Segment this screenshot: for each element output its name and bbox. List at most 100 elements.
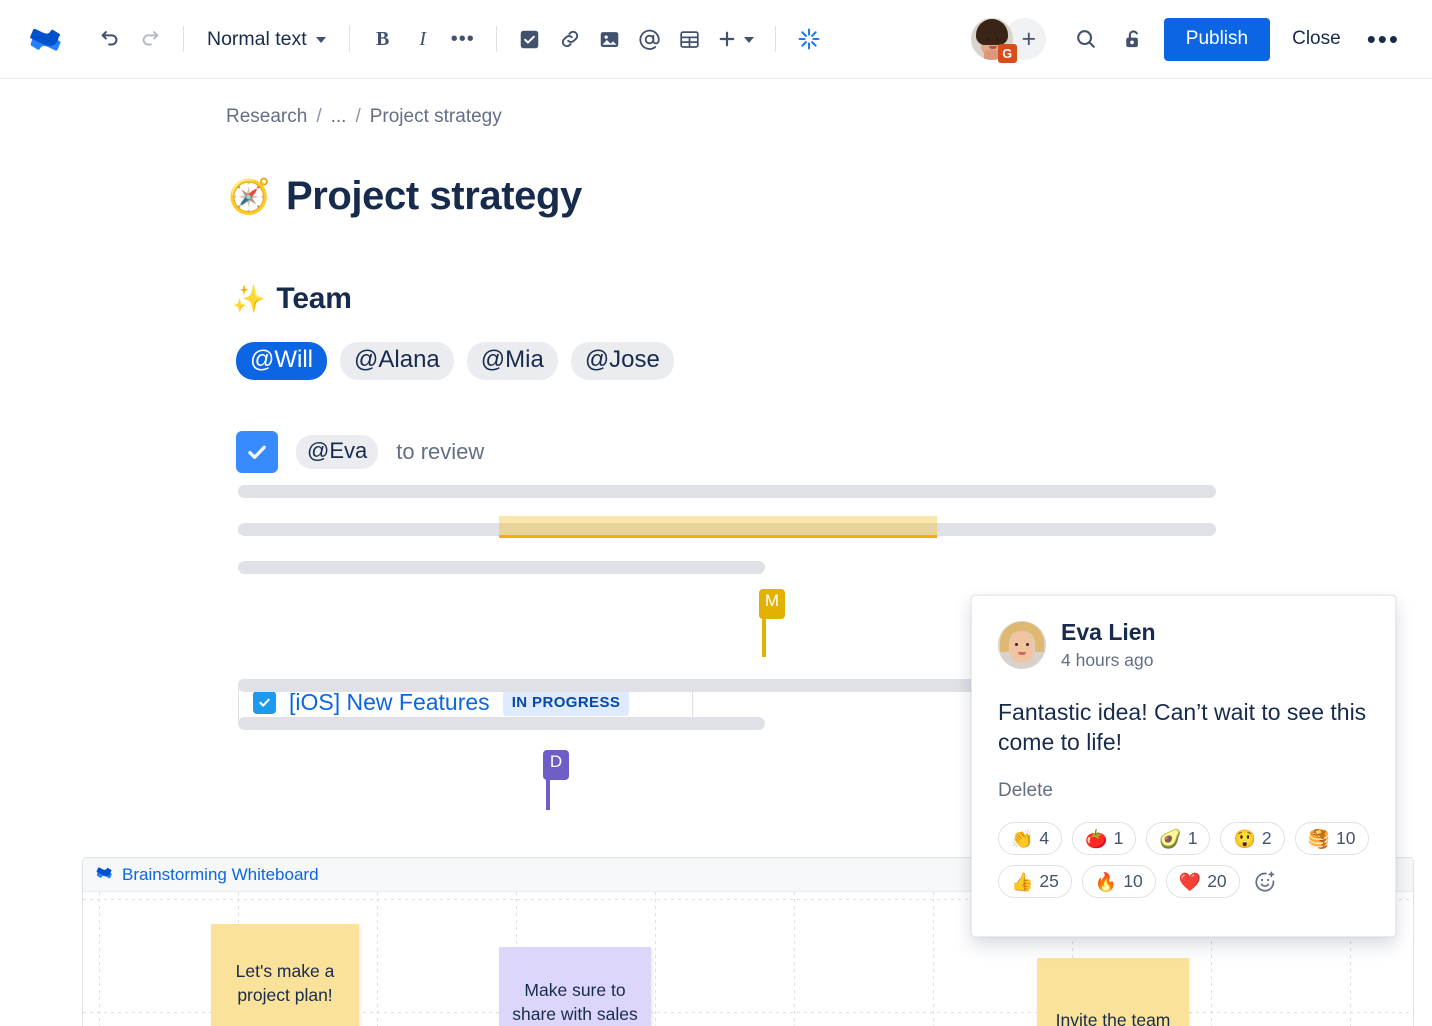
comment-body: Fantastic idea! Can’t wait to see this c… [998, 698, 1367, 755]
toolbar-divider [495, 26, 497, 52]
mention-pill-will[interactable]: @Will [236, 342, 328, 381]
comment-author-name: Eva Lien [1061, 619, 1156, 645]
reaction-chip-avocado[interactable]: 🥑 1 [1146, 822, 1211, 856]
reaction-count: 25 [1039, 871, 1059, 892]
image-icon[interactable] [590, 19, 630, 59]
comment-header: Eva Lien 4 hours ago [998, 619, 1369, 671]
publish-button[interactable]: Publish [1163, 17, 1271, 61]
undo-icon[interactable] [90, 19, 130, 59]
bold-button[interactable]: B [363, 19, 403, 59]
fire-icon: 🔥 [1094, 871, 1118, 892]
comment-popover: Eva Lien 4 hours ago Fantastic idea! Can… [971, 595, 1396, 937]
jira-checkbox[interactable] [253, 691, 276, 714]
text-style-dropdown[interactable]: Normal text [197, 19, 336, 59]
reaction-count: 2 [1261, 828, 1272, 849]
reaction-chip-pancakes[interactable]: 🥞 10 [1294, 822, 1369, 856]
task-checkbox-icon[interactable] [510, 19, 550, 59]
unlocked-padlock-icon[interactable] [1114, 19, 1154, 59]
toolbar-divider [348, 26, 350, 52]
sticky-note[interactable]: Make sure to share with sales before the… [499, 947, 651, 1026]
section-heading: ✨ Team [232, 282, 352, 316]
reaction-count: 10 [1123, 871, 1143, 892]
jira-issue-link[interactable]: [iOS] New Features [289, 689, 490, 716]
reaction-chip-fire[interactable]: 🔥 10 [1081, 865, 1156, 899]
thumbs-up-icon: 👍 [1011, 871, 1034, 892]
breadcrumb-current[interactable]: Project strategy [370, 106, 502, 128]
mention-pill-jose[interactable]: @Jose [570, 342, 674, 381]
comment-timestamp: 4 hours ago [1061, 649, 1154, 670]
whiteboard-icon [96, 864, 113, 886]
breadcrumb-root[interactable]: Research [226, 106, 307, 128]
link-icon[interactable] [550, 19, 590, 59]
reaction-chip-astonished[interactable]: 😲 2 [1220, 822, 1285, 856]
comment-author-avatar [998, 620, 1046, 669]
reaction-chip-clap[interactable]: 👏 4 [998, 822, 1063, 856]
clap-icon: 👏 [1011, 828, 1034, 849]
avatar-app-badge: G [997, 44, 1017, 63]
reaction-chip-heart[interactable]: ❤️ 20 [1165, 865, 1240, 899]
search-icon[interactable] [1066, 19, 1106, 59]
breadcrumb-separator: / [316, 106, 322, 127]
text-placeholder-bar [238, 485, 1216, 498]
text-style-label: Normal text [207, 27, 307, 50]
italic-button[interactable]: I [403, 19, 443, 59]
avatar[interactable]: G [970, 18, 1017, 63]
table-icon[interactable] [670, 19, 710, 59]
text-placeholder-bar [238, 561, 765, 574]
task-text: to review [396, 439, 485, 464]
text-placeholder-bar [238, 717, 765, 730]
text-selection-highlight [499, 516, 937, 538]
breadcrumb-ellipsis[interactable]: ... [331, 106, 347, 128]
status-badge: IN PROGRESS [502, 689, 630, 716]
more-formatting-label: ••• [450, 28, 475, 50]
breadcrumb-separator: / [355, 106, 361, 127]
page-title-text[interactable]: Project strategy [286, 174, 582, 219]
grid-line [99, 892, 100, 1026]
comment-author-meta: Eva Lien 4 hours ago [1061, 619, 1156, 671]
whiteboard-title[interactable]: Brainstorming Whiteboard [122, 865, 319, 885]
mention-pill-alana[interactable]: @Alana [340, 342, 454, 381]
section-heading-text: Team [276, 282, 352, 315]
mention-pill-mia[interactable]: @Mia [466, 342, 558, 381]
toolbar-left-group: Normal text B I ••• [24, 17, 829, 61]
insert-element-button[interactable] [710, 19, 762, 59]
sticky-note[interactable]: Invite the team to a group call [1037, 958, 1189, 1026]
mention-pill-list: @Will @Alana @Mia @Jose [236, 342, 674, 381]
chevron-down-icon [744, 37, 755, 43]
sparkles-icon: ✨ [232, 283, 266, 314]
toolbar-right-group: G + Publish Close ••• [970, 17, 1410, 63]
reaction-chip-tomato[interactable]: 🍅 1 [1072, 822, 1137, 856]
reaction-count: 1 [1113, 828, 1124, 849]
mention-icon[interactable] [630, 19, 670, 59]
more-actions-icon[interactable]: ••• [1357, 18, 1410, 61]
task-checkbox[interactable] [236, 431, 278, 473]
action-item-row: @Eva to review [236, 431, 484, 473]
reaction-list: 👏 4 🍅 1 🥑 1 😲 2 🥞 10 👍 25 🔥 10 ❤️ 20 [998, 822, 1378, 899]
page-title: 🧭 Project strategy [228, 174, 582, 219]
reaction-count: 20 [1207, 871, 1227, 892]
reaction-count: 10 [1336, 828, 1356, 849]
page-content: Research / ... / Project strategy 🧭 Proj… [0, 79, 1432, 1026]
mention-pill-eva[interactable]: @Eva [296, 434, 379, 470]
atlassian-intelligence-icon[interactable] [789, 19, 829, 59]
pancakes-icon: 🥞 [1307, 828, 1331, 849]
more-formatting-icon[interactable]: ••• [443, 19, 483, 59]
reaction-chip-thumbsup[interactable]: 👍 25 [998, 865, 1072, 899]
breadcrumb: Research / ... / Project strategy [226, 106, 502, 128]
editor-toolbar: Normal text B I ••• G + Publish Close ••… [0, 0, 1432, 79]
add-reaction-icon[interactable] [1250, 867, 1280, 897]
confluence-logo-icon[interactable] [24, 17, 68, 61]
redo-icon[interactable] [130, 19, 170, 59]
collaborator-avatars: G + [970, 18, 1046, 63]
sticky-note[interactable]: Let's make a project plan! [211, 924, 359, 1026]
avocado-icon: 🥑 [1159, 828, 1182, 849]
reaction-count: 4 [1039, 828, 1050, 849]
close-button[interactable]: Close [1276, 18, 1357, 61]
compass-icon[interactable]: 🧭 [228, 180, 270, 214]
grid-line [655, 892, 656, 1026]
delete-comment-button[interactable]: Delete [998, 780, 1369, 802]
confluence-editor-window: Normal text B I ••• G + Publish Close ••… [0, 0, 1432, 1026]
grid-line [794, 892, 795, 1026]
toolbar-divider [774, 26, 776, 52]
grid-line [933, 892, 934, 1026]
